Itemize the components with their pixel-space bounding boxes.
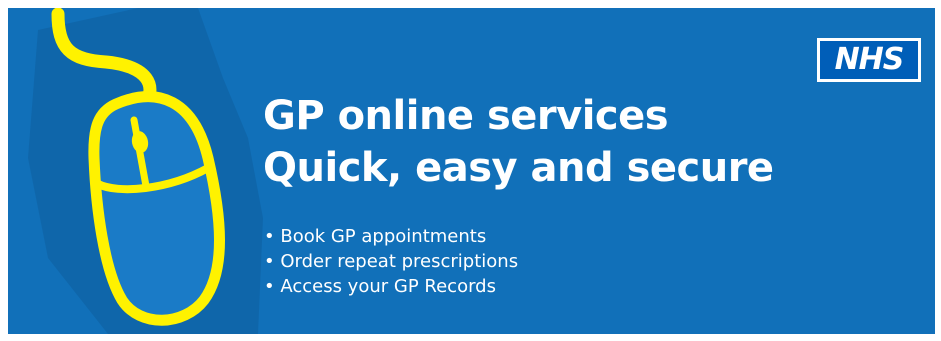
service-item-gp-records: Access your GP Records bbox=[264, 274, 518, 299]
service-item-book-appointments: Book GP appointments bbox=[264, 224, 518, 249]
headline: GP online services Quick, easy and secur… bbox=[263, 90, 774, 194]
service-item-repeat-prescriptions: Order repeat prescriptions bbox=[264, 249, 518, 274]
gp-online-services-banner: NHS GP online services Quick, easy and s… bbox=[8, 8, 935, 334]
headline-line-1: GP online services bbox=[263, 93, 669, 139]
nhs-logo: NHS bbox=[817, 38, 921, 82]
mouse-body-icon bbox=[88, 91, 225, 326]
headline-line-2: Quick, easy and secure bbox=[263, 145, 774, 191]
service-list: Book GP appointments Order repeat prescr… bbox=[264, 224, 518, 299]
nhs-logo-text: NHS bbox=[820, 41, 918, 79]
